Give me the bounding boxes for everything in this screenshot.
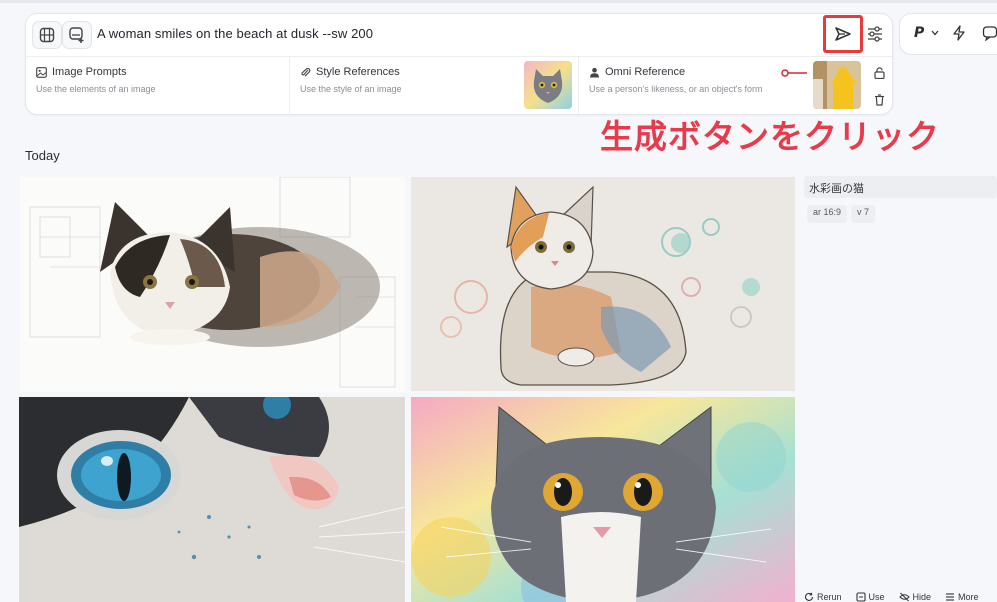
chevron-down-icon (931, 30, 939, 36)
use-icon (855, 592, 866, 602)
omni-reference-label: Omni Reference (605, 66, 686, 78)
menu-icon (946, 593, 955, 601)
lightning-icon (953, 25, 965, 41)
unlock-icon (873, 67, 885, 79)
more-button[interactable]: More (945, 592, 979, 602)
image-prompts-label: Image Prompts (52, 66, 127, 78)
reference-row: Image Prompts Use the elements of an ima… (26, 56, 894, 117)
more-label: More (958, 592, 979, 602)
omni-reference-cell[interactable]: Omni Reference Use a person's likeness, … (578, 57, 894, 117)
eye-off-icon (898, 592, 910, 602)
generated-image-4[interactable] (411, 397, 795, 602)
chat-icon (982, 26, 997, 41)
profile-label: P (914, 25, 925, 41)
delete-button[interactable] (871, 92, 887, 108)
rerun-label: Rerun (817, 592, 842, 602)
hide-button[interactable]: Hide (898, 592, 932, 602)
settings-button[interactable] (864, 23, 886, 45)
profile-selector[interactable]: P (914, 25, 940, 41)
prompt-panel: A woman smiles on the beach at dusk --sw… (25, 13, 894, 117)
grid-icon (39, 27, 55, 43)
refresh-icon (805, 592, 814, 601)
job-title: 水彩画の猫 (804, 176, 997, 198)
sliders-icon (868, 26, 882, 42)
version-chip[interactable]: v 7 (851, 205, 876, 223)
paperclip-icon (301, 67, 311, 77)
generated-image-3[interactable] (19, 397, 405, 602)
image-icon (36, 66, 47, 78)
person-icon (590, 67, 599, 77)
layout-toggle-button[interactable] (32, 21, 62, 49)
speed-button[interactable] (952, 25, 966, 41)
hide-label: Hide (912, 592, 932, 602)
top-divider (0, 0, 997, 3)
generated-image-2[interactable] (411, 177, 795, 391)
generated-image-1[interactable] (20, 177, 405, 392)
right-toolbar: P (899, 13, 997, 55)
aspect-ratio-chip[interactable]: ar 16:9 (807, 205, 848, 223)
annotation-text: 生成ボタンをクリック (600, 117, 940, 156)
style-reference-thumbnail[interactable] (524, 61, 572, 109)
style-references-label: Style References (316, 66, 400, 78)
send-button[interactable] (823, 15, 863, 53)
annotation-arrow-icon (781, 69, 807, 77)
add-image-button[interactable] (62, 21, 92, 49)
use-label: Use (868, 592, 885, 602)
job-actions: Rerun Use Hide More (804, 592, 979, 602)
image-prompts-desc: Use the elements of an image (36, 84, 156, 94)
send-icon (835, 27, 851, 41)
prompt-row: A woman smiles on the beach at dusk --sw… (26, 14, 892, 56)
unlock-button[interactable] (871, 65, 887, 81)
section-label-today: Today (25, 148, 60, 163)
rerun-button[interactable]: Rerun (804, 592, 842, 602)
chat-button[interactable] (982, 25, 997, 41)
use-button[interactable]: Use (855, 592, 885, 602)
prompt-input[interactable]: A woman smiles on the beach at dusk --sw… (97, 26, 373, 41)
omni-reference-thumbnail[interactable] (813, 61, 861, 109)
image-add-icon (69, 27, 84, 43)
trash-icon (874, 94, 884, 106)
image-prompts-cell[interactable]: Image Prompts Use the elements of an ima… (26, 57, 289, 117)
style-references-cell[interactable]: Style References Use the style of an ima… (289, 57, 578, 117)
